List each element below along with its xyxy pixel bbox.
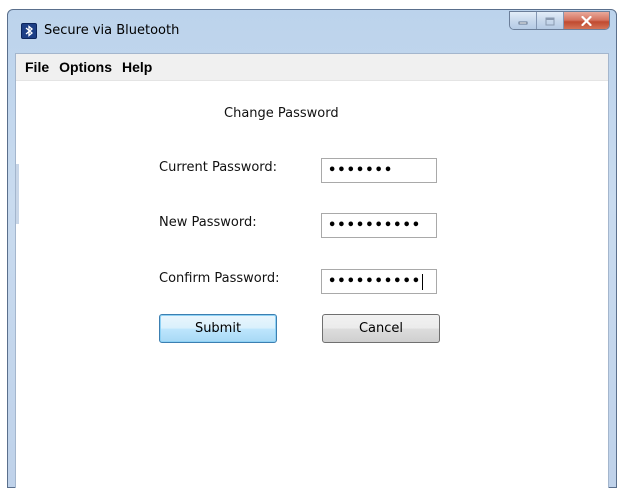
close-button[interactable] — [564, 12, 609, 29]
current-password-field[interactable]: ••••••• — [321, 158, 437, 183]
new-password-field[interactable]: •••••••••• — [321, 213, 437, 238]
form-heading: Change Password — [224, 106, 339, 121]
current-password-label: Current Password: — [159, 160, 278, 175]
close-icon — [581, 16, 592, 26]
app-window: Secure via Bluetooth File Options Help C… — [7, 9, 617, 488]
bluetooth-app-icon — [21, 23, 37, 39]
maximize-button[interactable] — [537, 12, 564, 29]
submit-button[interactable]: Submit — [159, 314, 277, 343]
menu-options[interactable]: Options — [54, 56, 117, 78]
menu-bar: File Options Help — [16, 54, 608, 81]
new-password-label: New Password: — [159, 215, 257, 230]
menu-help[interactable]: Help — [117, 56, 157, 78]
menu-file[interactable]: File — [20, 56, 54, 78]
window-controls — [509, 11, 610, 30]
maximize-icon — [545, 17, 555, 25]
minimize-icon — [518, 21, 528, 25]
text-caret — [422, 273, 424, 290]
left-edge-accent — [16, 164, 19, 224]
minimize-button[interactable] — [510, 12, 537, 29]
confirm-password-label: Confirm Password: — [159, 271, 280, 286]
confirm-password-value: •••••••••• — [328, 274, 422, 289]
title-bar[interactable]: Secure via Bluetooth — [8, 10, 616, 53]
confirm-password-field[interactable]: •••••••••• — [321, 269, 437, 294]
cancel-button[interactable]: Cancel — [322, 314, 440, 343]
window-client-area: File Options Help Change Password Curren… — [15, 53, 609, 488]
window-title: Secure via Bluetooth — [44, 23, 180, 38]
